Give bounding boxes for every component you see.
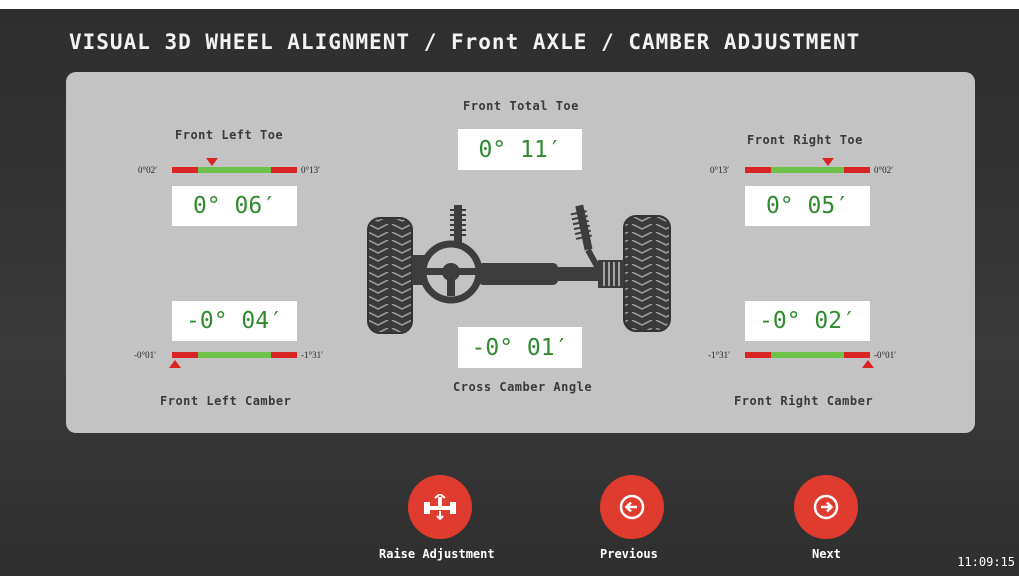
right-toe-max: 0°02′ xyxy=(874,165,894,175)
front-axle-illustration xyxy=(367,204,671,334)
left-toe-max: 0°13′ xyxy=(301,165,321,175)
front-left-toe-value: 0° 06′ xyxy=(172,186,297,226)
next-button[interactable] xyxy=(794,475,858,539)
left-toe-marker xyxy=(206,158,218,166)
right-camber-max: -0°01′ xyxy=(874,350,897,360)
top-strip xyxy=(0,0,1019,9)
raise-adjustment-button[interactable] xyxy=(408,475,472,539)
left-camber-min: -0°01′ xyxy=(134,350,157,360)
arrow-left-circle-icon xyxy=(619,494,645,520)
previous-button[interactable] xyxy=(600,475,664,539)
front-left-camber-label: Front Left Camber xyxy=(160,394,292,408)
right-camber-gauge xyxy=(745,352,870,358)
next-label[interactable]: Next xyxy=(812,547,841,561)
left-camber-marker xyxy=(168,360,181,368)
right-toe-min: 0°13′ xyxy=(710,165,730,175)
right-toe-gauge xyxy=(745,167,870,173)
raise-lift-icon xyxy=(424,494,456,520)
front-right-camber-label: Front Right Camber xyxy=(734,394,874,408)
left-camber-max: -1°31′ xyxy=(301,350,324,360)
cross-camber-label: Cross Camber Angle xyxy=(453,380,593,394)
front-right-toe-value: 0° 05′ xyxy=(745,186,870,226)
left-toe-min: 0°02′ xyxy=(138,165,158,175)
clock: 11:09:15 xyxy=(957,555,1015,569)
page-title: VISUAL 3D WHEEL ALIGNMENT / Front AXLE /… xyxy=(69,30,861,54)
right-toe-marker xyxy=(821,158,834,166)
left-camber-gauge xyxy=(172,352,297,358)
front-left-toe-label: Front Left Toe xyxy=(175,128,284,142)
front-total-toe-value: 0° 11′ xyxy=(458,129,582,170)
right-camber-min: -1°31′ xyxy=(708,350,731,360)
left-toe-gauge xyxy=(172,167,297,173)
front-total-toe-label: Front Total Toe xyxy=(463,99,579,113)
front-left-camber-value: -0° 04′ xyxy=(172,301,297,341)
front-right-toe-label: Front Right Toe xyxy=(747,133,863,147)
raise-adjustment-label[interactable]: Raise Adjustment xyxy=(379,547,495,561)
arrow-right-circle-icon xyxy=(813,494,839,520)
right-camber-marker xyxy=(861,360,874,368)
front-right-camber-value: -0° 02′ xyxy=(745,301,870,341)
previous-label[interactable]: Previous xyxy=(600,547,658,561)
